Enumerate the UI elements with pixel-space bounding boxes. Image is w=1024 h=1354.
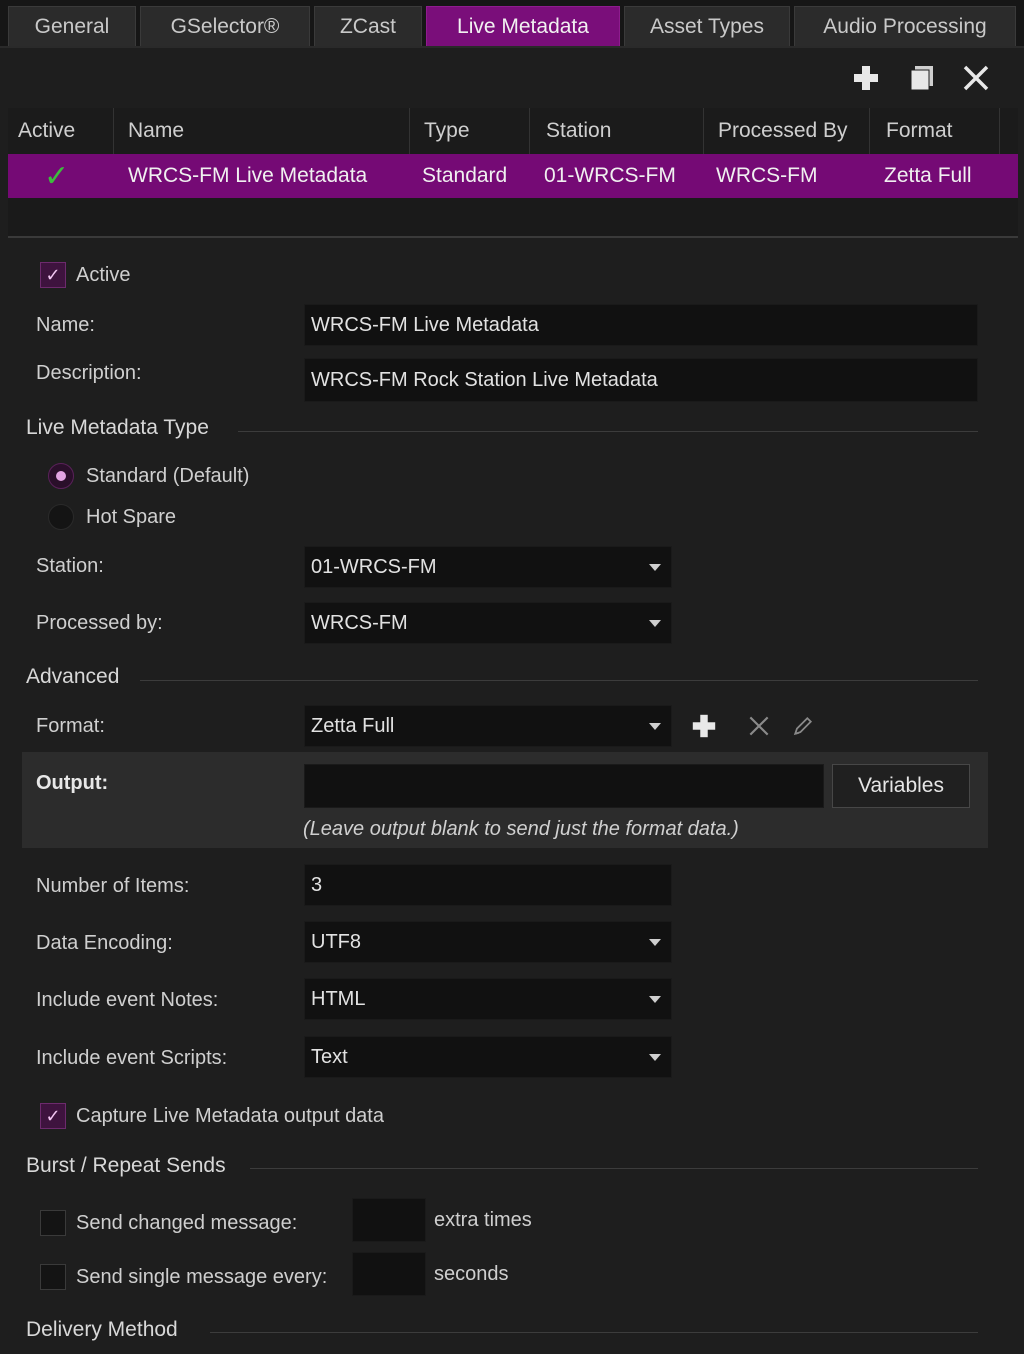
send-changed-count-field[interactable] — [352, 1198, 426, 1242]
live-metadata-type-heading: Live Metadata Type — [26, 416, 209, 439]
edit-format-icon[interactable] — [788, 711, 818, 741]
send-changed-label: Send changed message: — [76, 1212, 298, 1234]
column-header-active[interactable]: Active — [8, 108, 114, 154]
include-scripts-dropdown[interactable]: Text — [304, 1036, 672, 1078]
include-notes-dropdown[interactable]: HTML — [304, 978, 672, 1020]
row-type-cell: Standard — [422, 164, 508, 187]
section-divider — [210, 1332, 978, 1333]
variables-button[interactable]: Variables — [832, 764, 970, 808]
chevron-down-icon — [649, 1054, 661, 1061]
tab-live-metadata[interactable]: Live Metadata — [426, 6, 620, 46]
format-label: Format: — [36, 715, 105, 737]
processed-by-dropdown-value: WRCS-FM — [311, 611, 408, 634]
capture-output-label: Capture Live Metadata output data — [76, 1105, 384, 1127]
description-field[interactable]: WRCS-FM Rock Station Live Metadata — [304, 358, 978, 402]
extra-times-label: extra times — [434, 1209, 532, 1231]
data-encoding-dropdown[interactable]: UTF8 — [304, 921, 672, 963]
data-encoding-dropdown-value: UTF8 — [311, 930, 361, 953]
station-dropdown[interactable]: 01-WRCS-FM — [304, 546, 672, 588]
close-icon[interactable] — [958, 60, 994, 96]
delivery-method-heading: Delivery Method — [26, 1318, 178, 1341]
send-single-label: Send single message every: — [76, 1266, 328, 1288]
output-label: Output: — [36, 772, 109, 794]
station-label: Station: — [36, 555, 104, 577]
send-changed-checkbox[interactable] — [40, 1210, 66, 1236]
hot-spare-radio-label: Hot Spare — [86, 506, 177, 528]
row-station-cell: 01-WRCS-FM — [544, 164, 676, 187]
plus-icon[interactable] — [848, 60, 884, 96]
tab-label: Audio Processing — [823, 14, 987, 38]
station-dropdown-value: 01-WRCS-FM — [311, 555, 437, 578]
processed-by-dropdown[interactable]: WRCS-FM — [304, 602, 672, 644]
row-format-cell: Zetta Full — [884, 164, 972, 187]
column-header-format[interactable]: Format — [876, 108, 1000, 154]
include-scripts-dropdown-value: Text — [311, 1045, 348, 1068]
seconds-label: seconds — [434, 1263, 509, 1285]
column-header-station[interactable]: Station — [536, 108, 704, 154]
description-label: Description: — [36, 362, 142, 384]
tab-asset-types[interactable]: Asset Types — [624, 6, 790, 46]
checkmark-icon: ✓ — [44, 159, 70, 193]
data-encoding-label: Data Encoding: — [36, 932, 173, 954]
format-dropdown-value: Zetta Full — [311, 714, 395, 737]
output-hint: (Leave output blank to send just the for… — [303, 818, 739, 840]
burst-repeat-heading: Burst / Repeat Sends — [26, 1154, 226, 1177]
capture-output-checkbox[interactable]: ✓ — [40, 1103, 66, 1129]
tab-bar: General GSelector® ZCast Live Metadata A… — [0, 0, 1024, 48]
send-single-checkbox[interactable] — [40, 1264, 66, 1290]
grid-header: Active Name Type Station Processed By Fo… — [8, 108, 1018, 154]
tab-general[interactable]: General — [8, 6, 136, 46]
standard-radio[interactable] — [48, 463, 74, 489]
chevron-down-icon — [649, 996, 661, 1003]
include-notes-label: Include event Notes: — [36, 989, 219, 1011]
name-label: Name: — [36, 314, 95, 336]
chevron-down-icon — [649, 939, 661, 946]
format-dropdown[interactable]: Zetta Full — [304, 705, 672, 747]
tab-gselector[interactable]: GSelector® — [140, 6, 310, 46]
row-processed-by-cell: WRCS-FM — [716, 164, 818, 187]
advanced-heading: Advanced — [26, 665, 120, 688]
column-header-name[interactable]: Name — [118, 108, 410, 154]
number-of-items-label: Number of Items: — [36, 875, 190, 897]
column-header-type[interactable]: Type — [414, 108, 530, 154]
tab-label: General — [34, 14, 110, 38]
row-name-cell: WRCS-FM Live Metadata — [128, 164, 368, 187]
tab-label: Live Metadata — [457, 14, 589, 38]
active-label: Active — [76, 264, 131, 286]
active-checkbox[interactable]: ✓ — [40, 262, 66, 288]
tab-label: Asset Types — [649, 14, 764, 38]
include-notes-dropdown-value: HTML — [311, 987, 366, 1010]
name-field[interactable]: WRCS-FM Live Metadata — [304, 304, 978, 346]
tab-zcast[interactable]: ZCast — [314, 6, 422, 46]
table-row[interactable]: ✓ WRCS-FM Live Metadata Standard 01-WRCS… — [8, 154, 1018, 198]
send-single-interval-field[interactable] — [352, 1252, 426, 1296]
tab-label: GSelector® — [170, 14, 280, 38]
include-scripts-label: Include event Scripts: — [36, 1047, 228, 1069]
grid-empty-area — [8, 198, 1018, 238]
section-divider — [238, 431, 978, 432]
column-header-processed-by[interactable]: Processed By — [708, 108, 870, 154]
copy-icon[interactable] — [904, 60, 940, 96]
hot-spare-radio[interactable] — [48, 504, 74, 530]
output-field[interactable] — [304, 764, 824, 808]
add-format-icon[interactable] — [689, 711, 719, 741]
standard-radio-label: Standard (Default) — [86, 465, 250, 487]
section-divider — [250, 1168, 978, 1169]
chevron-down-icon — [649, 723, 661, 730]
number-of-items-field[interactable]: 3 — [304, 864, 672, 906]
chevron-down-icon — [649, 620, 661, 627]
delete-format-icon[interactable] — [744, 711, 774, 741]
processed-by-label: Processed by: — [36, 612, 163, 634]
tab-audio-processing[interactable]: Audio Processing — [794, 6, 1016, 46]
tab-label: ZCast — [339, 14, 396, 38]
chevron-down-icon — [649, 564, 661, 571]
section-divider — [140, 680, 978, 681]
